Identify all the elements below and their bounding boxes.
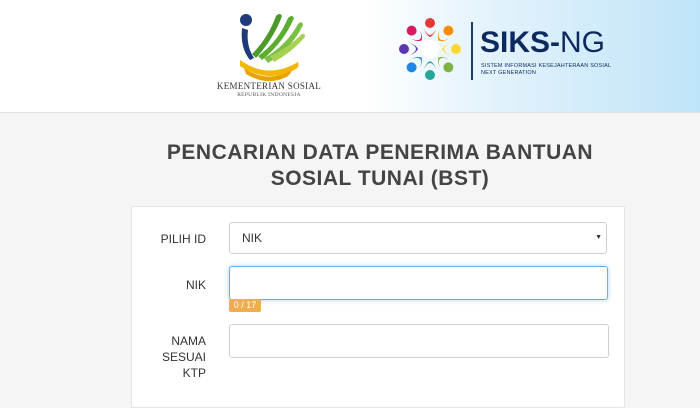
nik-label: NIK [185,278,206,292]
nama-label-line2: SESUAI [161,350,206,364]
nik-character-counter: 0 / 17 [229,299,261,312]
pilih-id-selected-value: NIK [242,231,263,245]
siks-divider [471,22,473,80]
page-title-line1: PENCARIAN DATA PENERIMA BANTUAN [166,141,594,164]
siks-description: SISTEM INFORMASI KESEJAHTERAAN SOSIAL [481,63,612,69]
pilih-id-label: PILIH ID [160,232,206,246]
nik-input[interactable] [229,266,608,300]
siks-emblem-icon [399,18,461,80]
nama-label-line1: NAMA [171,334,206,348]
kemensos-subtitle: REPUBLIK INDONESIA [237,92,301,98]
nama-sesuai-ktp-label: NAMA SESUAI KTP [126,333,206,381]
kemensos-logo-icon [240,14,305,82]
pilih-id-select[interactable]: NIK ▼ [229,222,607,254]
nama-label-line3: KTP [182,366,206,380]
siks-title-main: SIKS- [480,26,561,59]
site-header: KEMENTERIAN SOSIAL REPUBLIK INDONESIA SI… [0,0,700,113]
siks-description-line2: NEXT GENERATION [481,70,537,76]
siks-title-suffix: NG [560,26,606,59]
dropdown-arrow-icon: ▼ [595,234,602,241]
nama-sesuai-ktp-input[interactable] [229,324,609,358]
siks-title: SIKS-NG [480,27,605,59]
kemensos-name: KEMENTERIAN SOSIAL [216,81,322,91]
page-title-line2: SOSIAL TUNAI (BST) [270,167,490,190]
page-title: PENCARIAN DATA PENERIMA BANTUAN SOSIAL T… [120,140,640,192]
